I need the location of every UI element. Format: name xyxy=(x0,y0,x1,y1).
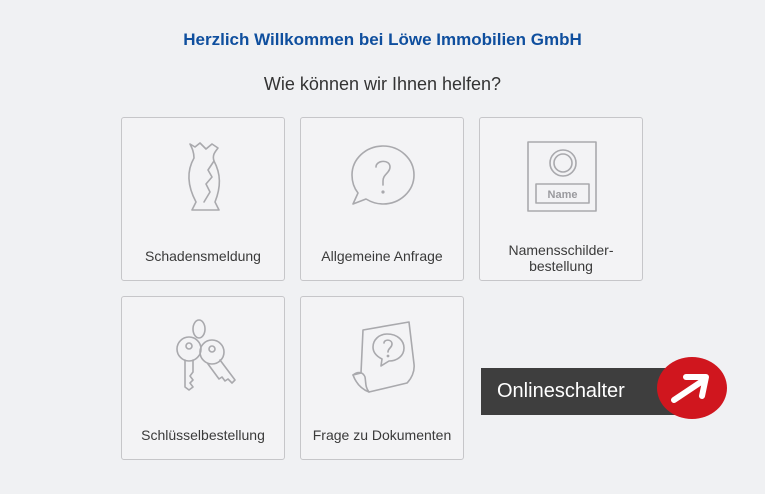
arrow-up-right-icon xyxy=(657,357,727,419)
page-subtitle: Wie können wir Ihnen helfen? xyxy=(263,74,502,94)
onlineschalter-label: Onlineschalter xyxy=(497,380,625,402)
onlineschalter-bar: Onlineschalter xyxy=(481,368,681,415)
tile-allgemeine-anfrage[interactable]: Allgemeine Anfrage xyxy=(300,117,464,281)
tile-schluesselbestellung[interactable]: Schlüsselbestellung xyxy=(121,296,285,460)
tile-namensschilder-bestellung[interactable]: Name Namensschilder- bestellung xyxy=(479,117,643,281)
tile-label: Schlüsselbestellung xyxy=(141,427,265,443)
tile-label: Allgemeine Anfrage xyxy=(321,248,443,264)
page-title: Herzlich Willkommen bei Löwe Immobilien … xyxy=(183,30,582,49)
tile-label: Frage zu Dokumenten xyxy=(312,427,452,443)
tile-label: Namensschilder- bestellung xyxy=(484,242,638,274)
tile-frage-zu-dokumenten[interactable]: Frage zu Dokumenten xyxy=(300,296,464,460)
tile-label-text: Namensschilder- bestellung xyxy=(508,242,614,274)
name-plate-text: Name xyxy=(548,189,578,201)
tile-schadensmeldung[interactable]: Schadensmeldung xyxy=(121,117,285,281)
onlineschalter-button[interactable]: Onlineschalter xyxy=(481,356,731,420)
tile-label: Schadensmeldung xyxy=(145,248,261,264)
